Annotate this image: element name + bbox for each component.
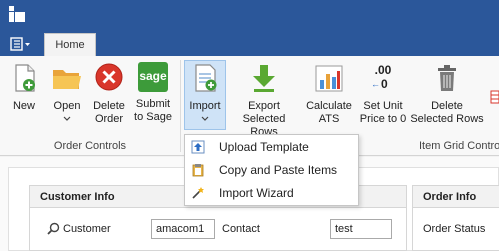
tab-home[interactable]: Home — [44, 33, 96, 56]
group-label-order-controls: Order Controls — [53, 140, 127, 152]
import-button[interactable]: Import — [184, 62, 226, 121]
submit-to-sage-label-line2: to Sage — [134, 111, 172, 123]
set-unit-label-line1: Set Unit — [363, 100, 403, 112]
upload-icon — [191, 140, 205, 154]
wizard-wand-icon — [192, 187, 204, 199]
import-dropdown-menu: Upload Template Copy and Paste Items Imp… — [184, 134, 359, 206]
new-document-icon — [15, 64, 35, 92]
menu-item-label: Copy and Paste Items — [219, 163, 338, 177]
submit-to-sage-label-line1: Submit — [135, 98, 171, 110]
open-button[interactable]: Open — [48, 62, 86, 121]
set-unit-price-zero-button[interactable]: .00 ← 0 Set Unit Price to 0 — [358, 62, 408, 126]
delete-rows-label-line1: Delete — [431, 100, 463, 112]
menu-item-import-wizard[interactable]: Import Wizard — [185, 182, 358, 205]
delete-icon — [95, 63, 123, 91]
search-icon[interactable] — [47, 222, 60, 235]
title-bar — [0, 0, 499, 31]
chevron-down-icon — [201, 116, 209, 121]
delete-order-label-line2: Order — [94, 113, 124, 125]
delete-rows-label-line2: Selected Rows — [410, 113, 484, 125]
group-label-item-grid-controls: Item Grid Contro — [419, 140, 499, 152]
menu-item-label: Import Wizard — [219, 186, 294, 200]
application-menu-icon[interactable] — [10, 37, 32, 51]
app-logo-icon — [9, 6, 25, 22]
order-info-panel: Order Info Order Status — [412, 185, 499, 251]
calculate-ats-button[interactable]: Calculate ATS — [304, 62, 354, 126]
calculate-label-line1: Calculate — [306, 100, 352, 112]
group-separator — [180, 60, 181, 152]
delete-order-label-line1: Delete — [93, 100, 125, 112]
contact-input[interactable] — [330, 219, 392, 239]
customer-input[interactable] — [151, 219, 215, 239]
menu-item-upload-template[interactable]: Upload Template — [185, 136, 358, 159]
delete-order-button[interactable]: Delete Order — [90, 62, 128, 126]
submit-to-sage-button[interactable]: sage Submit to Sage — [130, 62, 176, 124]
customer-label: Customer — [63, 223, 111, 235]
import-label: Import — [189, 100, 221, 112]
chevron-down-icon — [63, 116, 71, 121]
export-selected-rows-button[interactable]: Export Selected Rows — [228, 62, 300, 139]
decimal-zero-icon: .00 ← 0 — [371, 63, 392, 91]
new-button[interactable]: New — [8, 62, 40, 113]
set-unit-label-line2: Price to 0 — [359, 113, 407, 125]
sage-logo-icon: sage — [138, 62, 168, 92]
new-label: New — [12, 100, 35, 112]
contact-label: Contact — [222, 223, 260, 235]
menu-item-label: Upload Template — [219, 140, 309, 154]
delete-selected-rows-button[interactable]: Delete Selected Rows — [410, 62, 484, 126]
export-label-line1: Export — [248, 100, 280, 112]
trash-icon — [438, 65, 456, 91]
order-status-label: Order Status — [423, 223, 486, 235]
order-info-header: Order Info — [413, 186, 499, 208]
table-icon[interactable] — [490, 90, 499, 104]
import-document-icon — [195, 64, 217, 92]
menu-item-copy-paste-items[interactable]: Copy and Paste Items — [185, 159, 358, 182]
bar-chart-icon — [315, 65, 343, 92]
download-arrow-icon — [253, 65, 275, 92]
calculate-label-line2: ATS — [318, 113, 340, 125]
clipboard-icon — [192, 164, 204, 177]
folder-icon — [53, 70, 81, 89]
open-label: Open — [53, 100, 81, 112]
ribbon-tab-row: Home — [0, 31, 499, 56]
